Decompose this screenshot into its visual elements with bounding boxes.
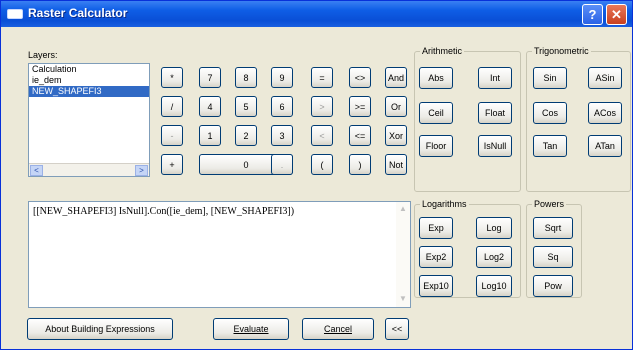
keypad-key-row2-4[interactable]: > [311, 96, 333, 117]
expression-textbox[interactable]: [[NEW_SHAPEFI3] IsNull].Con([ie_dem], [N… [28, 201, 411, 308]
keypad-key-row3-2[interactable]: 2 [235, 125, 257, 146]
trigonometric-group-label: Trigonometric [532, 46, 591, 56]
logarithms-group-label: Logarithms [420, 199, 469, 209]
expression-vertical-scrollbar[interactable]: ▲ ▼ [396, 202, 410, 307]
trigonometric-button-4[interactable]: Tan [533, 135, 567, 157]
window-icon [7, 9, 23, 19]
arithmetic-button-4[interactable]: Floor [419, 135, 453, 157]
help-button[interactable]: ? [582, 4, 603, 25]
keypad-key-row2-5[interactable]: >= [349, 96, 371, 117]
arithmetic-group-label: Arithmetic [420, 46, 465, 56]
keypad-key-row1-4[interactable]: = [311, 67, 333, 88]
keypad-key-row1-1[interactable]: 7 [199, 67, 221, 88]
window-title: Raster Calculator [28, 6, 128, 20]
keypad-key-row3-1[interactable]: 1 [199, 125, 221, 146]
keypad-key-row4-5[interactable]: Not [385, 154, 407, 175]
keypad-key-row2-0[interactable]: / [161, 96, 183, 117]
trigonometric-button-2[interactable]: Cos [533, 102, 567, 124]
keypad-key-row4-0[interactable]: + [161, 154, 183, 175]
logarithms-button-2[interactable]: Exp2 [419, 246, 453, 268]
keypad-key-row2-1[interactable]: 4 [199, 96, 221, 117]
keypad-key-row4-3[interactable]: ( [311, 154, 333, 175]
logarithms-button-3[interactable]: Log2 [476, 246, 512, 268]
keypad-key-row3-5[interactable]: <= [349, 125, 371, 146]
logarithms-button-0[interactable]: Exp [419, 217, 453, 239]
arithmetic-button-2[interactable]: Ceil [419, 102, 453, 124]
layers-horizontal-scrollbar[interactable]: < > [29, 163, 149, 176]
keypad-key-row2-6[interactable]: Or [385, 96, 407, 117]
layer-item-calculation[interactable]: Calculation [29, 64, 149, 75]
powers-button-2[interactable]: Pow [533, 275, 573, 297]
scroll-left-arrow-icon[interactable]: < [30, 165, 43, 176]
powers-button-0[interactable]: Sqrt [533, 217, 573, 239]
keypad-key-row3-6[interactable]: Xor [385, 125, 407, 146]
powers-group-label: Powers [532, 199, 567, 209]
arithmetic-button-5[interactable]: IsNull [478, 135, 512, 157]
layer-item-ie-dem[interactable]: ie_dem [29, 75, 149, 86]
title-bar[interactable]: Raster Calculator ? ✕ [1, 1, 632, 27]
trigonometric-button-0[interactable]: Sin [533, 67, 567, 89]
layer-item-new-shapefi3[interactable]: NEW_SHAPEFI3 [29, 86, 149, 97]
trigonometric-button-1[interactable]: ASin [588, 67, 622, 89]
keypad-key-row2-3[interactable]: 6 [271, 96, 293, 117]
trigonometric-button-5[interactable]: ATan [588, 135, 622, 157]
keypad-key-row4-2[interactable]: . [271, 154, 293, 175]
keypad-key-row1-3[interactable]: 9 [271, 67, 293, 88]
evaluate-button[interactable]: Evaluate [213, 318, 289, 340]
keypad-key-row3-3[interactable]: 3 [271, 125, 293, 146]
raster-calculator-window: Raster Calculator ? ✕ Layers: Calculatio… [0, 0, 633, 350]
keypad-key-row1-5[interactable]: <> [349, 67, 371, 88]
logarithms-button-5[interactable]: Log10 [476, 275, 512, 297]
powers-button-1[interactable]: Sq [533, 246, 573, 268]
expression-text[interactable]: [[NEW_SHAPEFI3] IsNull].Con([ie_dem], [N… [33, 206, 294, 217]
keypad-key-row1-6[interactable]: And [385, 67, 407, 88]
collapse-button[interactable]: << [385, 318, 409, 340]
keypad-key-row4-4[interactable]: ) [349, 154, 371, 175]
layers-list[interactable]: Calculation ie_dem NEW_SHAPEFI3 < > [28, 63, 150, 177]
trigonometric-button-3[interactable]: ACos [588, 102, 622, 124]
arithmetic-button-1[interactable]: Int [478, 67, 512, 89]
arithmetic-button-3[interactable]: Float [478, 102, 512, 124]
layers-label: Layers: [28, 50, 58, 60]
scroll-up-arrow-icon[interactable]: ▲ [397, 204, 409, 214]
about-building-expressions-button[interactable]: About Building Expressions [27, 318, 173, 340]
cancel-button[interactable]: Cancel [302, 318, 374, 340]
keypad-key-row2-2[interactable]: 5 [235, 96, 257, 117]
keypad-key-row3-0[interactable]: - [161, 125, 183, 146]
close-button[interactable]: ✕ [606, 4, 627, 25]
keypad-key-row1-2[interactable]: 8 [235, 67, 257, 88]
keypad-key-row3-4[interactable]: < [311, 125, 333, 146]
keypad-key-row1-0[interactable]: * [161, 67, 183, 88]
scroll-down-arrow-icon[interactable]: ▼ [397, 294, 409, 304]
logarithms-button-1[interactable]: Log [476, 217, 512, 239]
scroll-right-arrow-icon[interactable]: > [135, 165, 148, 176]
logarithms-button-4[interactable]: Exp10 [419, 275, 453, 297]
arithmetic-button-0[interactable]: Abs [419, 67, 453, 89]
